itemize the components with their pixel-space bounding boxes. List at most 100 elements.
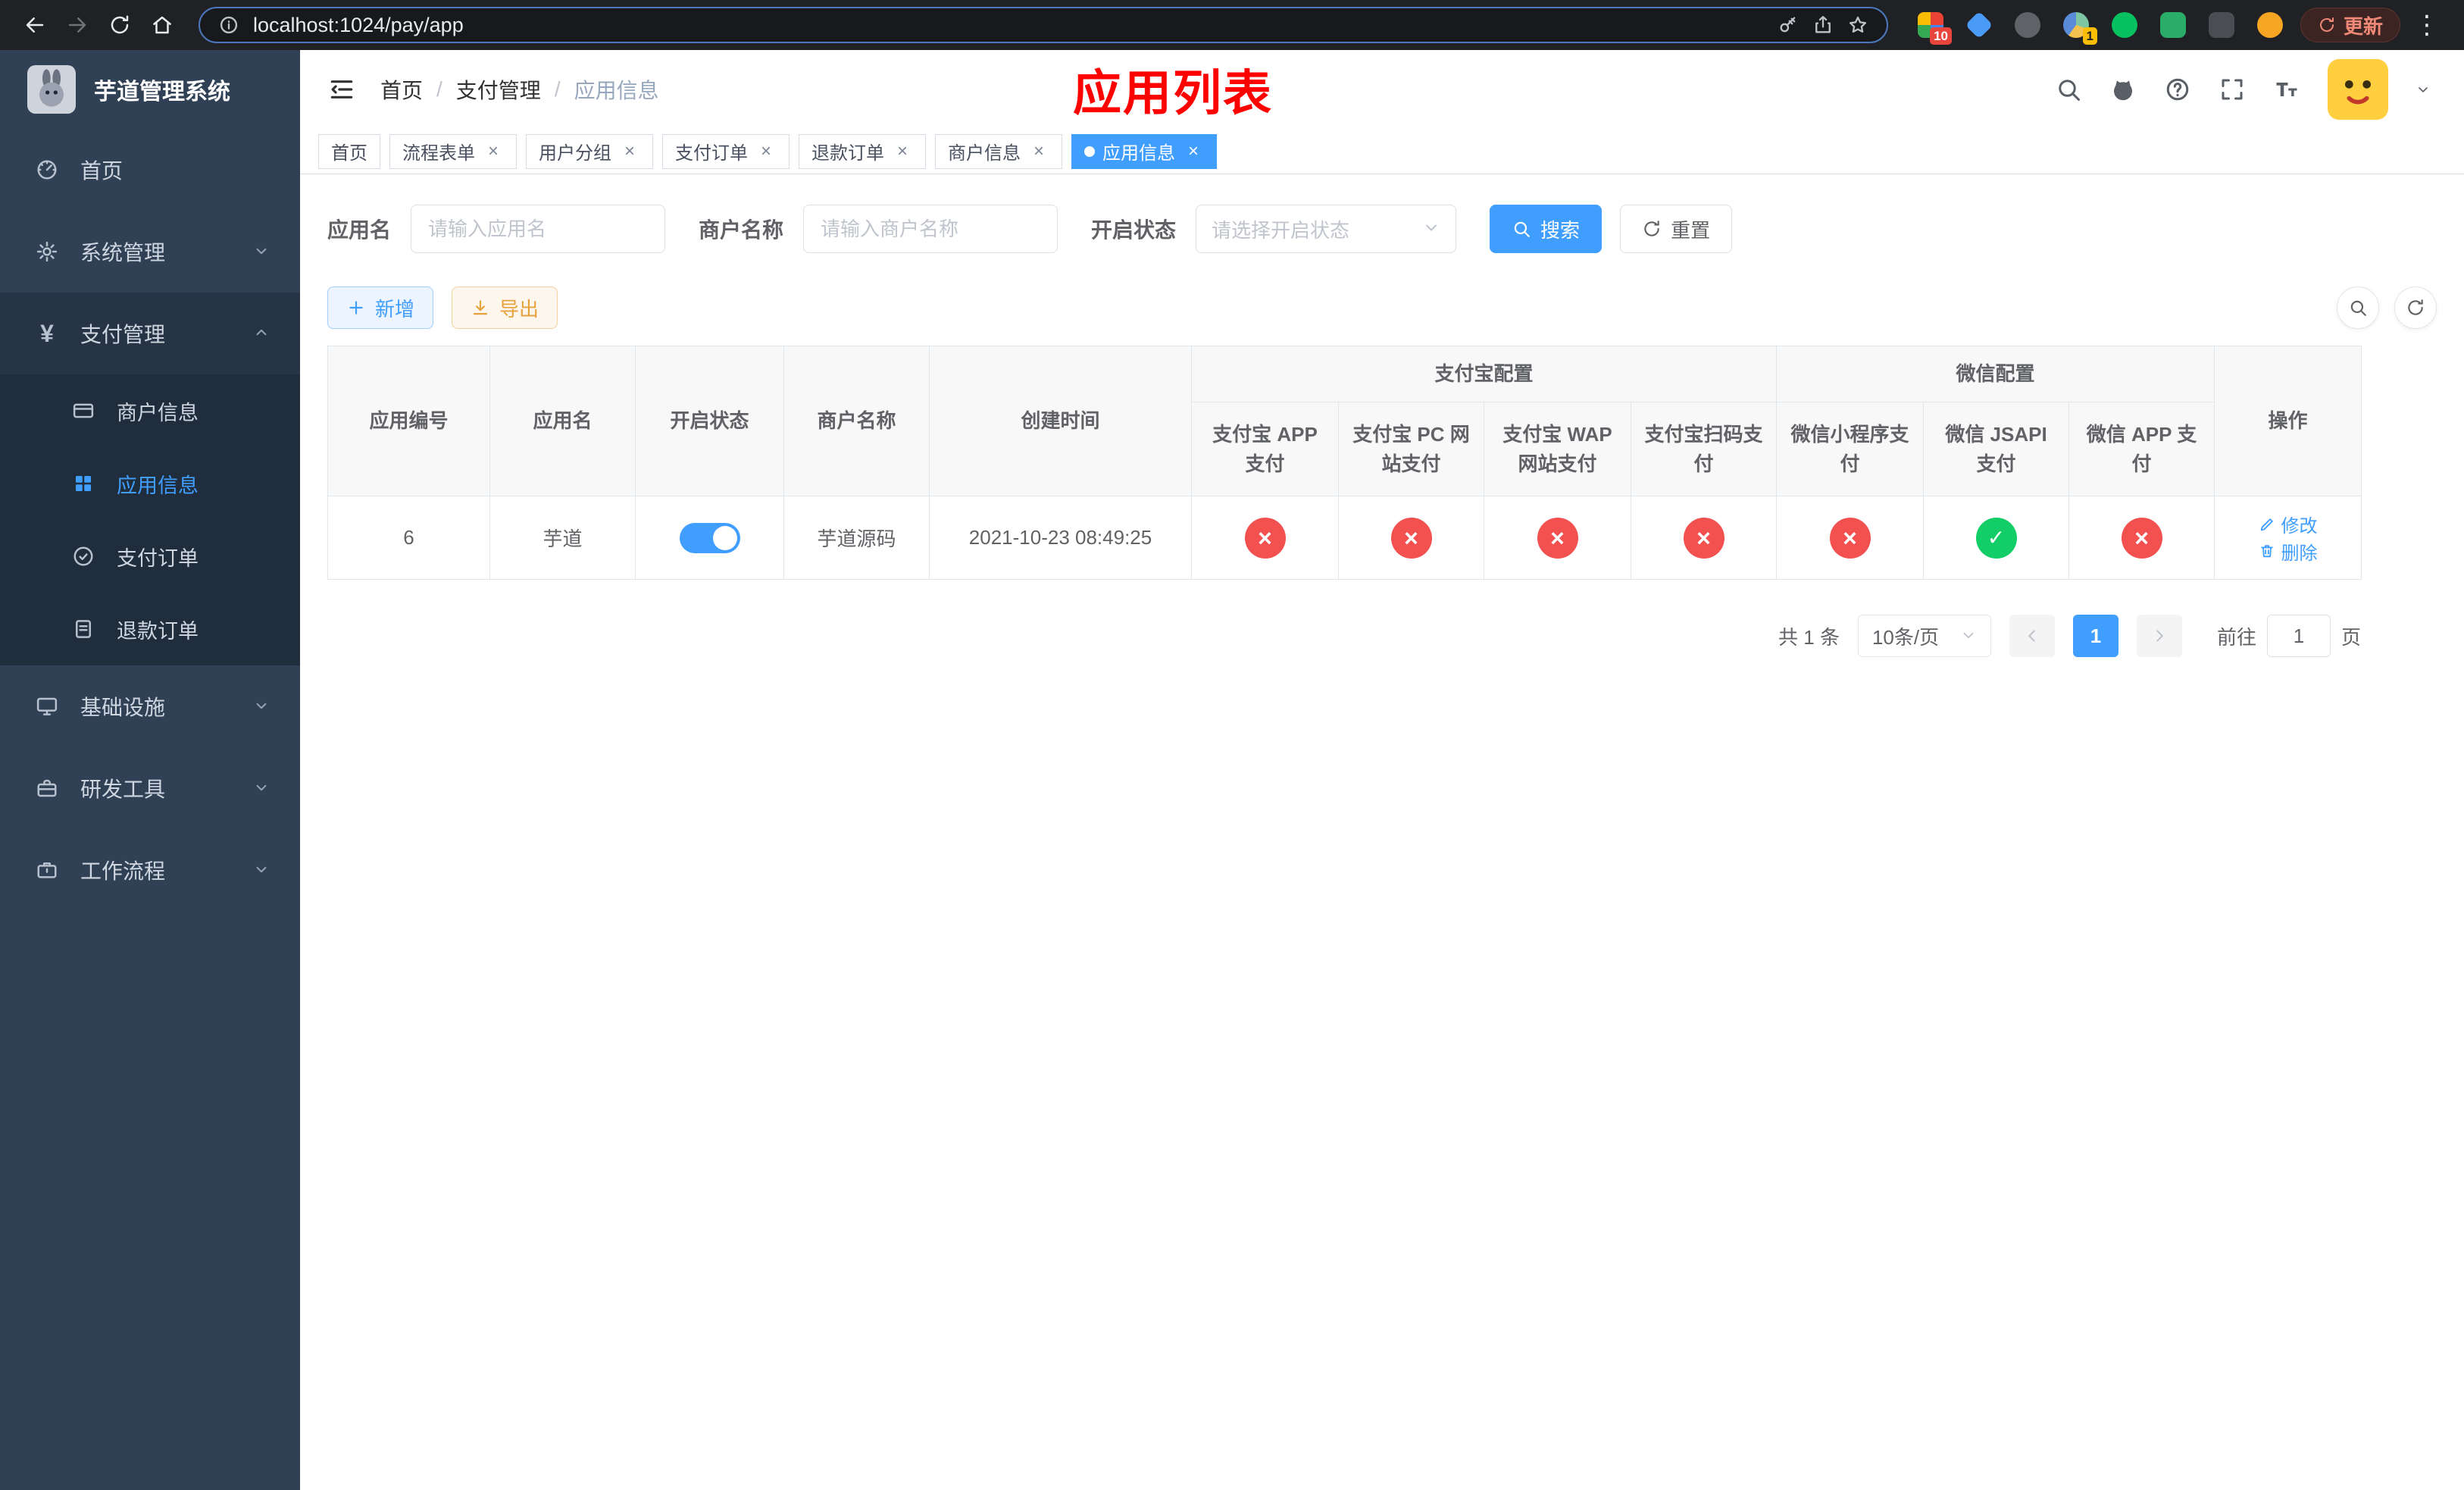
extension-icon-4[interactable]: 1 bbox=[2061, 10, 2097, 45]
col-app-id: 应用编号 bbox=[327, 346, 490, 496]
col-alipay-pc: 支付宝 PC 网站支付 bbox=[1338, 402, 1484, 496]
sidebar-item-dev-tools[interactable]: 研发工具 bbox=[0, 747, 300, 829]
page-content: 应用名 商户名称 开启状态 请选择开启状态 bbox=[300, 174, 2464, 1490]
prev-page-button[interactable] bbox=[2009, 615, 2055, 657]
chevron-down-icon bbox=[253, 860, 270, 880]
page-size-select[interactable]: 10条/页 bbox=[1857, 615, 1991, 657]
tags-view-bar: 首页 流程表单 × 用户分组 × 支付订单 × 退款订单 × 商户信息 × 应用信息 × bbox=[300, 129, 2464, 174]
extension-icon-1[interactable]: 10 bbox=[1915, 10, 1952, 45]
share-icon[interactable] bbox=[1812, 14, 1834, 36]
delete-link[interactable]: 删除 bbox=[2259, 538, 2318, 565]
profile-avatar[interactable] bbox=[2255, 10, 2285, 40]
col-status: 开启状态 bbox=[635, 346, 784, 496]
reset-button[interactable]: 重置 bbox=[1620, 205, 1733, 253]
export-button[interactable]: 导出 bbox=[452, 286, 558, 329]
app-title: 芋道管理系统 bbox=[94, 80, 230, 105]
breadcrumb-home[interactable]: 首页 bbox=[380, 74, 423, 105]
browser-menu-icon[interactable]: ⋮ bbox=[2406, 10, 2447, 40]
tab-close-icon[interactable]: × bbox=[619, 141, 640, 162]
merchant-name-input[interactable] bbox=[803, 205, 1058, 253]
tab-close-icon[interactable]: × bbox=[755, 141, 777, 162]
extension-icon-3[interactable] bbox=[2012, 10, 2043, 40]
filter-form: 应用名 商户名称 开启状态 请选择开启状态 bbox=[327, 205, 2446, 253]
col-wechat-app: 微信 APP 支付 bbox=[2068, 402, 2215, 496]
sidebar-item-payment[interactable]: ¥ 支付管理 bbox=[0, 293, 300, 374]
actions-cell: 修改 删除 bbox=[2214, 496, 2362, 580]
update-button[interactable]: 更新 bbox=[2300, 8, 2400, 42]
reload-icon[interactable] bbox=[102, 7, 138, 43]
tab-user-group[interactable]: 用户分组 × bbox=[526, 133, 653, 169]
url-bar[interactable]: localhost:1024/pay/app bbox=[199, 7, 1888, 43]
pagination-total: 共 1 条 bbox=[1778, 625, 1840, 649]
tab-process-form[interactable]: 流程表单 × bbox=[389, 133, 517, 169]
tab-close-icon[interactable]: × bbox=[1028, 141, 1049, 162]
chevron-down-icon bbox=[253, 696, 270, 716]
sidebar-item-pay-order[interactable]: 支付订单 bbox=[0, 520, 300, 593]
help-icon[interactable] bbox=[2164, 76, 2191, 103]
sidebar-item-merchant-info[interactable]: 商户信息 bbox=[0, 374, 300, 447]
page-1-button[interactable]: 1 bbox=[2072, 615, 2118, 657]
extension-icon-2[interactable] bbox=[1964, 10, 1994, 40]
tab-app-info[interactable]: 应用信息 × bbox=[1071, 133, 1217, 169]
app-name-input[interactable] bbox=[411, 205, 666, 253]
github-icon[interactable] bbox=[2109, 76, 2137, 103]
refresh-table-button[interactable] bbox=[2394, 286, 2437, 329]
add-button[interactable]: 新增 bbox=[327, 286, 434, 329]
yen-icon: ¥ bbox=[40, 319, 54, 347]
goto-suffix: 页 bbox=[2340, 625, 2361, 649]
pagination: 共 1 条 10条/页 1 前往 页 bbox=[327, 615, 2361, 657]
sidebar-item-app-info[interactable]: 应用信息 bbox=[0, 447, 300, 520]
chevron-down-icon bbox=[1422, 218, 1440, 239]
sidebar-item-system[interactable]: 系统管理 bbox=[0, 211, 300, 293]
next-page-button[interactable] bbox=[2136, 615, 2182, 657]
breadcrumb-payment[interactable]: 支付管理 bbox=[456, 74, 541, 105]
tab-home[interactable]: 首页 bbox=[318, 133, 380, 169]
col-create-time: 创建时间 bbox=[929, 346, 1192, 496]
header-actions bbox=[2055, 59, 2431, 120]
search-icon[interactable] bbox=[2055, 76, 2082, 103]
back-icon[interactable] bbox=[17, 7, 53, 43]
status-select[interactable]: 请选择开启状态 bbox=[1196, 205, 1457, 253]
alipay-qr-status-icon bbox=[1683, 517, 1724, 559]
page-title: 应用列表 bbox=[1073, 66, 1273, 121]
site-info-icon[interactable] bbox=[218, 14, 239, 36]
sidebar-item-workflow[interactable]: 工作流程 bbox=[0, 829, 300, 911]
app-id-cell: 6 bbox=[327, 496, 490, 580]
sidebar-item-home[interactable]: 首页 bbox=[0, 129, 300, 211]
breadcrumb: 首页 / 支付管理 / 应用信息 bbox=[380, 74, 659, 105]
home-icon[interactable] bbox=[144, 7, 180, 43]
toggle-search-button[interactable] bbox=[2337, 286, 2379, 329]
fullscreen-icon[interactable] bbox=[2219, 76, 2246, 103]
tab-close-icon[interactable]: × bbox=[483, 141, 504, 162]
grid-icon bbox=[70, 472, 97, 495]
sidebar-item-refund-order[interactable]: 退款订单 bbox=[0, 593, 300, 665]
tab-close-icon[interactable]: × bbox=[1183, 141, 1204, 162]
forward-icon[interactable] bbox=[59, 7, 95, 43]
search-button[interactable]: 搜索 bbox=[1490, 205, 1603, 253]
bookmark-star-icon[interactable] bbox=[1847, 14, 1868, 36]
tab-pay-order[interactable]: 支付订单 × bbox=[662, 133, 790, 169]
create-time-cell: 2021-10-23 08:49:25 bbox=[929, 496, 1192, 580]
extension-badge: 1 bbox=[2082, 27, 2097, 45]
edit-link[interactable]: 修改 bbox=[2259, 511, 2318, 537]
collapse-sidebar-icon[interactable] bbox=[327, 75, 356, 104]
extension-icon-5[interactable] bbox=[2109, 10, 2140, 40]
user-avatar[interactable] bbox=[2328, 59, 2388, 120]
tab-close-icon[interactable]: × bbox=[892, 141, 913, 162]
status-cell bbox=[635, 496, 784, 580]
col-alipay-wap: 支付宝 WAP 网站支付 bbox=[1484, 402, 1631, 496]
col-alipay-app: 支付宝 APP 支付 bbox=[1191, 402, 1339, 496]
goto-page-input[interactable] bbox=[2266, 615, 2331, 657]
chevron-up-icon bbox=[253, 324, 270, 343]
font-size-icon[interactable] bbox=[2273, 76, 2300, 103]
tab-refund-order[interactable]: 退款订单 × bbox=[799, 133, 926, 169]
logo-image bbox=[27, 65, 76, 114]
sidebar-item-infrastructure[interactable]: 基础设施 bbox=[0, 665, 300, 747]
status-toggle[interactable] bbox=[679, 522, 740, 553]
password-key-icon[interactable] bbox=[1778, 14, 1799, 36]
tab-merchant-info[interactable]: 商户信息 × bbox=[935, 133, 1062, 169]
col-merchant: 商户名称 bbox=[783, 346, 930, 496]
avatar-caret-icon[interactable] bbox=[2416, 82, 2431, 97]
extensions-puzzle-icon[interactable] bbox=[2206, 10, 2237, 40]
extension-icon-6[interactable] bbox=[2158, 10, 2188, 40]
